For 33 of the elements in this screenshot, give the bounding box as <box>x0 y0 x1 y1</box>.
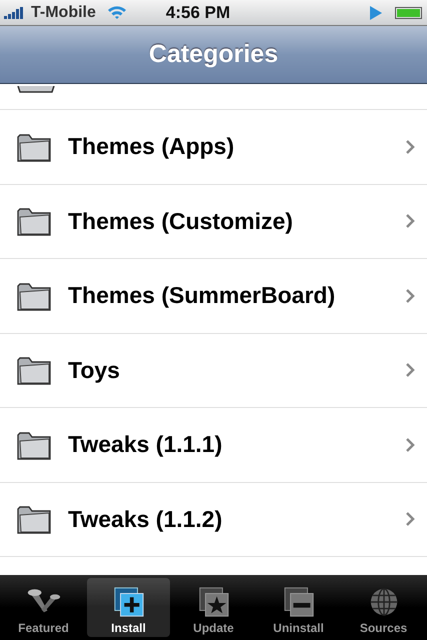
remove-package-icon <box>282 586 316 618</box>
category-row[interactable]: Themes (SummerBoard) <box>0 259 427 334</box>
category-label: Tweaks (1.1.2) <box>68 506 224 533</box>
category-label: Themes (SummerBoard) <box>68 282 336 310</box>
chevron-icon <box>405 288 415 304</box>
chevron-icon <box>405 511 415 528</box>
signal-icon <box>4 6 26 18</box>
category-label: Toys <box>68 356 121 384</box>
play-icon <box>370 6 382 20</box>
carrier-name: T-Mobile <box>31 4 96 22</box>
tab[interactable]: Install <box>87 578 170 637</box>
wifi-icon <box>106 5 127 20</box>
category-row[interactable]: Themes (Customize) <box>0 184 427 259</box>
add-package-icon <box>112 586 146 618</box>
category-row[interactable]: Tweaks (1.1.2) <box>0 482 427 557</box>
tab[interactable]: Update <box>172 578 255 637</box>
chevron-icon <box>405 436 415 453</box>
category-row[interactable]: Themes (Apps) <box>0 110 427 184</box>
category-label: Tweaks (1.1.1) <box>68 431 224 458</box>
star-package-icon <box>196 586 230 618</box>
chevron-icon <box>405 362 415 378</box>
battery-icon <box>395 6 423 18</box>
category-row[interactable]: Tweaks (1.1.1) <box>0 408 427 482</box>
clock-time: 4:56 PM <box>166 2 230 22</box>
tab[interactable]: Uninstall <box>257 578 340 637</box>
nav-title: Categories <box>148 40 278 69</box>
tab[interactable]: Sources <box>342 578 425 637</box>
category-label: Themes (Customize) <box>68 208 294 235</box>
chevron-icon <box>405 138 415 155</box>
tab[interactable]: Featured <box>2 578 85 637</box>
chevron-icon <box>405 213 415 230</box>
category-label: Themes (Apps) <box>68 133 236 160</box>
category-row[interactable]: Toys <box>0 334 427 408</box>
